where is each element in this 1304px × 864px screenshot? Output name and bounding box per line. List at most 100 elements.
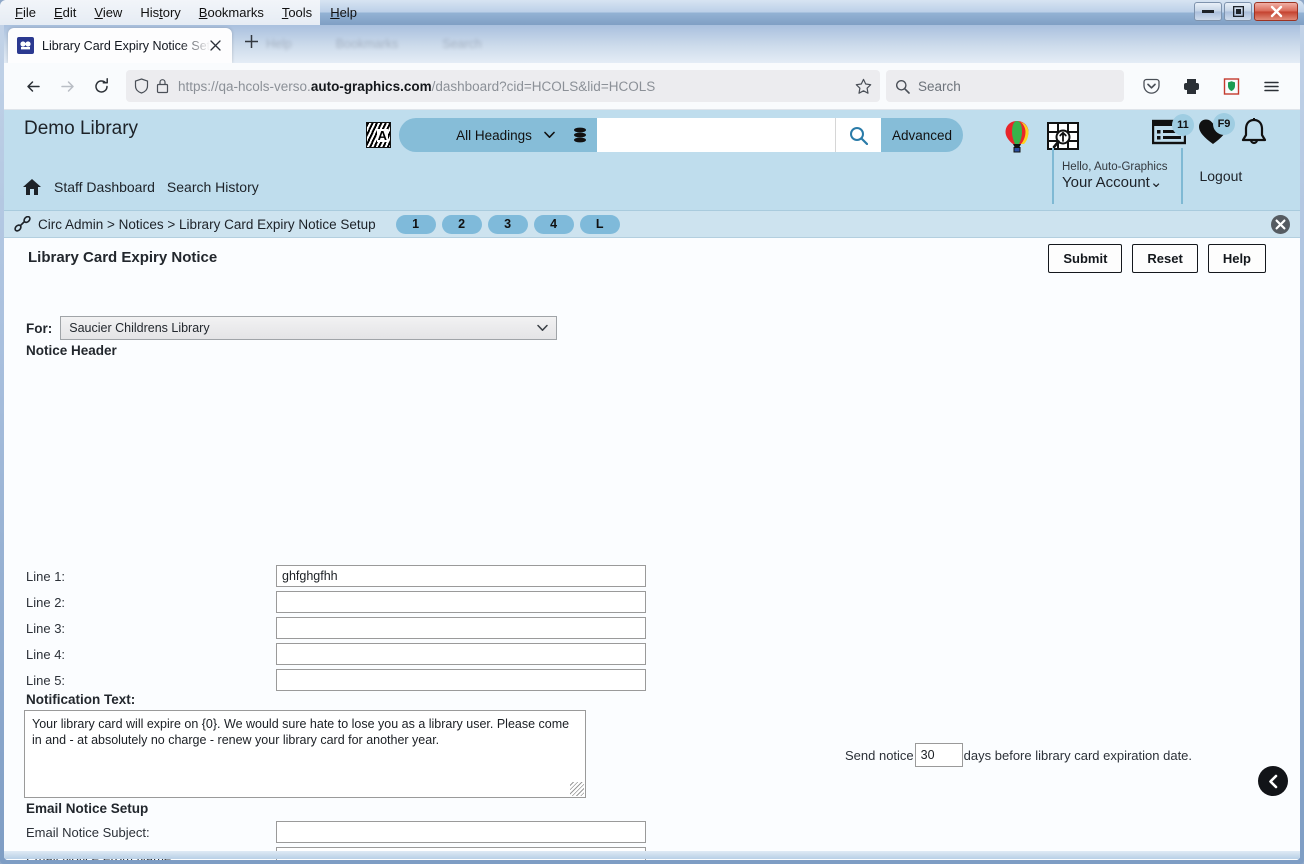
- browser-window: Library Card Expiry Notice Setup Help Bo…: [4, 25, 1300, 860]
- menu-item-help[interactable]: Help: [321, 3, 366, 22]
- language-toggle-icon[interactable]: A: [366, 122, 391, 148]
- url-text: https://qa-hcols-verso.auto-graphics.com…: [178, 78, 656, 94]
- email-subject-row: Email Notice Subject:: [26, 821, 646, 843]
- browser-search-bar[interactable]: Search: [886, 70, 1124, 102]
- menu-item-file[interactable]: File: [6, 3, 45, 22]
- menu-item-tools[interactable]: Tools: [273, 3, 321, 22]
- web-application: Demo Library A All Headings Advanced 11 …: [4, 110, 1300, 860]
- search-scope-select[interactable]: All Headings: [399, 118, 597, 152]
- greeting-text: Hello, Auto-Graphics: [1062, 161, 1168, 173]
- library-select[interactable]: Saucier Childrens Library: [60, 316, 558, 340]
- line-5-input[interactable]: [276, 669, 646, 691]
- save-to-pocket-icon[interactable]: [1134, 69, 1168, 103]
- advanced-search-button[interactable]: Advanced: [881, 118, 963, 152]
- new-tab-button[interactable]: [244, 34, 266, 56]
- header-status-icons: 11 F9: [1152, 113, 1268, 148]
- step-tab-4[interactable]: 4: [533, 214, 574, 234]
- header-line-row-4: Line 4:: [26, 643, 646, 665]
- home-icon[interactable]: [22, 178, 42, 196]
- my-lists-icon[interactable]: 11: [1152, 114, 1194, 145]
- line-3-input[interactable]: [276, 617, 646, 639]
- print-icon[interactable]: [1174, 69, 1208, 103]
- breadcrumb-path: Circ Admin > Notices > Library Card Expi…: [38, 216, 376, 232]
- app-nav-links: Staff Dashboard Search History: [22, 178, 259, 196]
- search-submit-button[interactable]: [835, 118, 881, 152]
- header-line-row-2: Line 2:: [26, 591, 646, 613]
- tab-close-icon[interactable]: [210, 40, 226, 51]
- line-2-input[interactable]: [276, 591, 646, 613]
- email-notice-section-label: Email Notice Setup: [26, 801, 149, 816]
- menu-bar: File Edit View History Bookmarks Tools H…: [0, 0, 357, 25]
- chevron-down-icon: [537, 324, 548, 332]
- line-2-label: Line 2:: [26, 594, 66, 610]
- menu-item-history[interactable]: History: [131, 3, 189, 22]
- menu-label-bookmarks: Bookmarks: [198, 5, 264, 20]
- for-row: For: Saucier Childrens Library: [26, 316, 558, 340]
- step-tab-3[interactable]: 3: [487, 214, 528, 234]
- reload-button[interactable]: [84, 69, 118, 103]
- reset-button[interactable]: Reset: [1132, 244, 1198, 273]
- menu-label-file: File: [15, 5, 36, 20]
- nav-link-staff-dashboard[interactable]: Staff Dashboard: [54, 179, 155, 195]
- send-notice-days-input[interactable]: 30: [914, 743, 963, 767]
- close-panel-button[interactable]: [1271, 215, 1290, 234]
- back-navigation-button[interactable]: [1258, 766, 1288, 796]
- line-3-label: Line 3:: [26, 620, 66, 636]
- url-bar-icons: [134, 78, 169, 94]
- breadcrumb-bar: Circ Admin > Notices > Library Card Expi…: [4, 211, 1300, 238]
- send-notice-prefix-label: Send notice: [845, 747, 914, 763]
- form-action-buttons: Submit Reset Help: [1048, 244, 1266, 273]
- menu-item-edit[interactable]: Edit: [45, 3, 85, 22]
- help-button[interactable]: Help: [1207, 244, 1266, 273]
- line-4-input[interactable]: [276, 643, 646, 665]
- notification-text-input[interactable]: Your library card will expire on {0}. We…: [24, 710, 586, 798]
- extension-icon[interactable]: [1214, 69, 1248, 103]
- menu-label-help: Help: [330, 5, 357, 20]
- menu-label-history: History: [140, 5, 181, 20]
- menu-label-tools: Tools: [281, 5, 313, 20]
- chevron-down-icon: ⌄: [1149, 174, 1163, 191]
- window-controls: [1194, 2, 1298, 21]
- email-subject-input[interactable]: [276, 821, 646, 843]
- back-button[interactable]: [16, 69, 50, 103]
- logout-link[interactable]: Logout: [1199, 168, 1242, 184]
- shield-icon[interactable]: [134, 78, 149, 94]
- ghost-tab-0: Help: [266, 37, 292, 51]
- line-1-input[interactable]: ghfghgfhh: [276, 565, 646, 587]
- lock-icon[interactable]: [156, 78, 169, 94]
- close-window-button[interactable]: [1254, 2, 1298, 21]
- account-block: Hello, Auto-Graphics Your Account⌄ Logou…: [1052, 148, 1242, 204]
- tab-title: Library Card Expiry Notice Setup: [42, 38, 210, 53]
- url-bar[interactable]: https://qa-hcols-verso.auto-graphics.com…: [126, 70, 880, 102]
- header-line-row-3: Line 3:: [26, 617, 646, 639]
- app-brand-title: Demo Library: [24, 118, 139, 139]
- menu-item-view[interactable]: View: [85, 3, 131, 22]
- forward-button[interactable]: [50, 69, 84, 103]
- browser-tab-active[interactable]: Library Card Expiry Notice Setup: [8, 28, 232, 63]
- send-notice-row: Send notice 30 days before library card …: [845, 743, 1192, 767]
- bookmark-star-icon[interactable]: [855, 78, 872, 95]
- for-label: For:: [26, 320, 53, 336]
- favorites-heart-icon[interactable]: F9: [1198, 113, 1235, 145]
- notifications-bell-icon[interactable]: [1240, 118, 1268, 148]
- maximize-button[interactable]: [1224, 2, 1252, 21]
- ghost-tab-2: Search: [442, 37, 482, 51]
- hot-air-balloon-icon[interactable]: [1004, 120, 1030, 153]
- favorites-key-badge: F9: [1213, 113, 1235, 135]
- blurred-background-tabs: Help Bookmarks Search: [266, 37, 482, 51]
- database-icon[interactable]: [573, 127, 587, 144]
- step-tab-1[interactable]: 1: [395, 214, 436, 234]
- nav-link-search-history[interactable]: Search History: [167, 179, 259, 195]
- your-account-menu[interactable]: Your Account⌄: [1062, 173, 1167, 191]
- menu-item-bookmarks[interactable]: Bookmarks: [190, 3, 273, 22]
- form-content-area: Library Card Expiry Notice Submit Reset …: [4, 238, 1300, 860]
- header-line-row-5: Line 5:: [26, 669, 646, 691]
- step-tab-l[interactable]: L: [579, 214, 620, 234]
- step-tab-2[interactable]: 2: [441, 214, 482, 234]
- catalog-search-input[interactable]: [597, 118, 835, 152]
- page-title: Library Card Expiry Notice: [28, 249, 218, 266]
- minimize-button[interactable]: [1194, 2, 1222, 21]
- submit-button[interactable]: Submit: [1048, 244, 1123, 273]
- close-icon: [1270, 5, 1283, 18]
- hamburger-menu-icon[interactable]: [1254, 69, 1288, 103]
